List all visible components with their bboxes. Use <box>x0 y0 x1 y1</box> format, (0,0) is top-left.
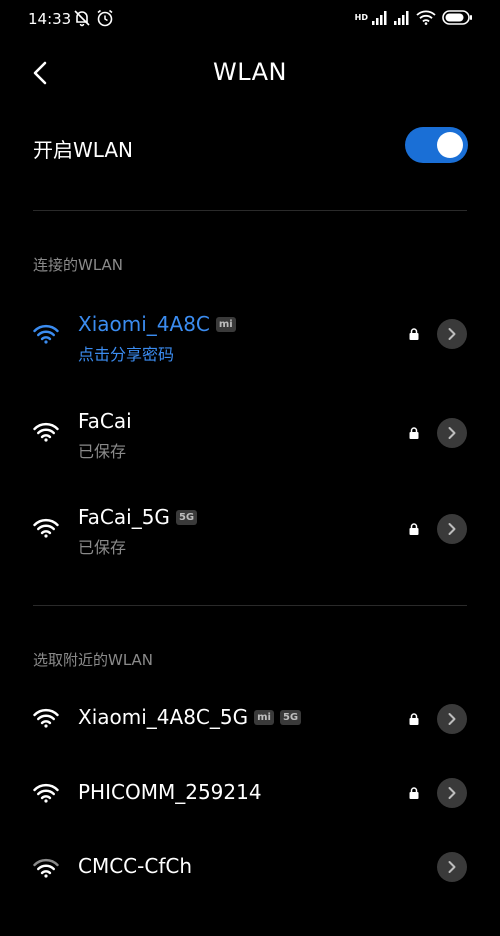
network-status: 已保存 <box>78 442 127 461</box>
network-name: FaCai <box>78 409 132 433</box>
network-name: FaCai_5G <box>78 505 170 529</box>
network-name: Xiaomi_4A8C_5G <box>78 705 249 729</box>
battery-icon <box>442 10 472 25</box>
header: WLAN <box>0 48 500 98</box>
toggle-knob <box>437 132 463 158</box>
wlan-toggle-switch[interactable] <box>405 127 468 163</box>
wifi-signal-icon <box>33 422 59 442</box>
page-title: WLAN <box>212 58 288 86</box>
lock-icon <box>409 427 419 439</box>
status-time: 14:33 <box>28 10 72 28</box>
network-status: 已保存 <box>78 538 127 557</box>
network-row-connected[interactable]: Xiaomi_4A8C mi 点击分享密码 <box>0 300 500 396</box>
nearby-section-label: 选取附近的WLAN <box>33 651 154 669</box>
connected-section-label: 连接的WLAN <box>33 256 124 274</box>
network-name: PHICOMM_259214 <box>78 780 262 804</box>
network-row-nearby[interactable]: CMCC-CfCh <box>0 840 500 936</box>
wifi-signal-icon <box>33 708 59 728</box>
network-details-button[interactable] <box>437 319 467 349</box>
status-bar: 14:33 HD <box>0 0 500 40</box>
divider <box>33 210 467 211</box>
lock-icon <box>409 787 419 799</box>
wifi-signal-icon <box>33 518 59 538</box>
network-details-button[interactable] <box>437 778 467 808</box>
chevron-right-icon <box>448 861 456 873</box>
network-name: CMCC-CfCh <box>78 854 193 878</box>
network-details-button[interactable] <box>437 418 467 448</box>
network-details-button[interactable] <box>437 704 467 734</box>
lock-icon <box>409 713 419 725</box>
network-row-saved[interactable]: FaCai 已保存 <box>0 400 500 496</box>
wifi-status-icon <box>416 10 436 25</box>
wlan-toggle-row[interactable]: 开启WLAN <box>0 118 500 174</box>
mi-badge: mi <box>215 316 236 332</box>
signal-icon <box>372 10 387 25</box>
alarm-icon <box>97 9 113 27</box>
chevron-right-icon <box>448 328 456 340</box>
wlan-toggle-label: 开启WLAN <box>33 138 134 162</box>
network-details-button[interactable] <box>437 852 467 882</box>
network-row-saved[interactable]: FaCai_5G 5G 已保存 <box>0 496 500 592</box>
signal-icon-2 <box>394 10 409 25</box>
wifi-signal-icon <box>33 324 59 344</box>
mi-badge: mi <box>254 709 274 725</box>
lock-icon <box>409 328 419 340</box>
wifi-signal-icon <box>33 858 59 878</box>
network-details-button[interactable] <box>437 514 467 544</box>
chevron-right-icon <box>448 787 456 799</box>
lock-icon <box>409 523 419 535</box>
chevron-right-icon <box>448 523 456 535</box>
network-name: Xiaomi_4A8C <box>78 312 210 336</box>
wifi-signal-icon <box>33 783 59 803</box>
hd-badge: HD <box>354 12 368 22</box>
5g-badge: 5G <box>175 509 198 525</box>
5g-badge: 5G <box>279 709 302 725</box>
chevron-right-icon <box>448 427 456 439</box>
chevron-right-icon <box>448 713 456 725</box>
divider <box>33 605 467 606</box>
share-password-link[interactable]: 点击分享密码 <box>78 341 174 365</box>
mute-icon <box>74 10 90 27</box>
